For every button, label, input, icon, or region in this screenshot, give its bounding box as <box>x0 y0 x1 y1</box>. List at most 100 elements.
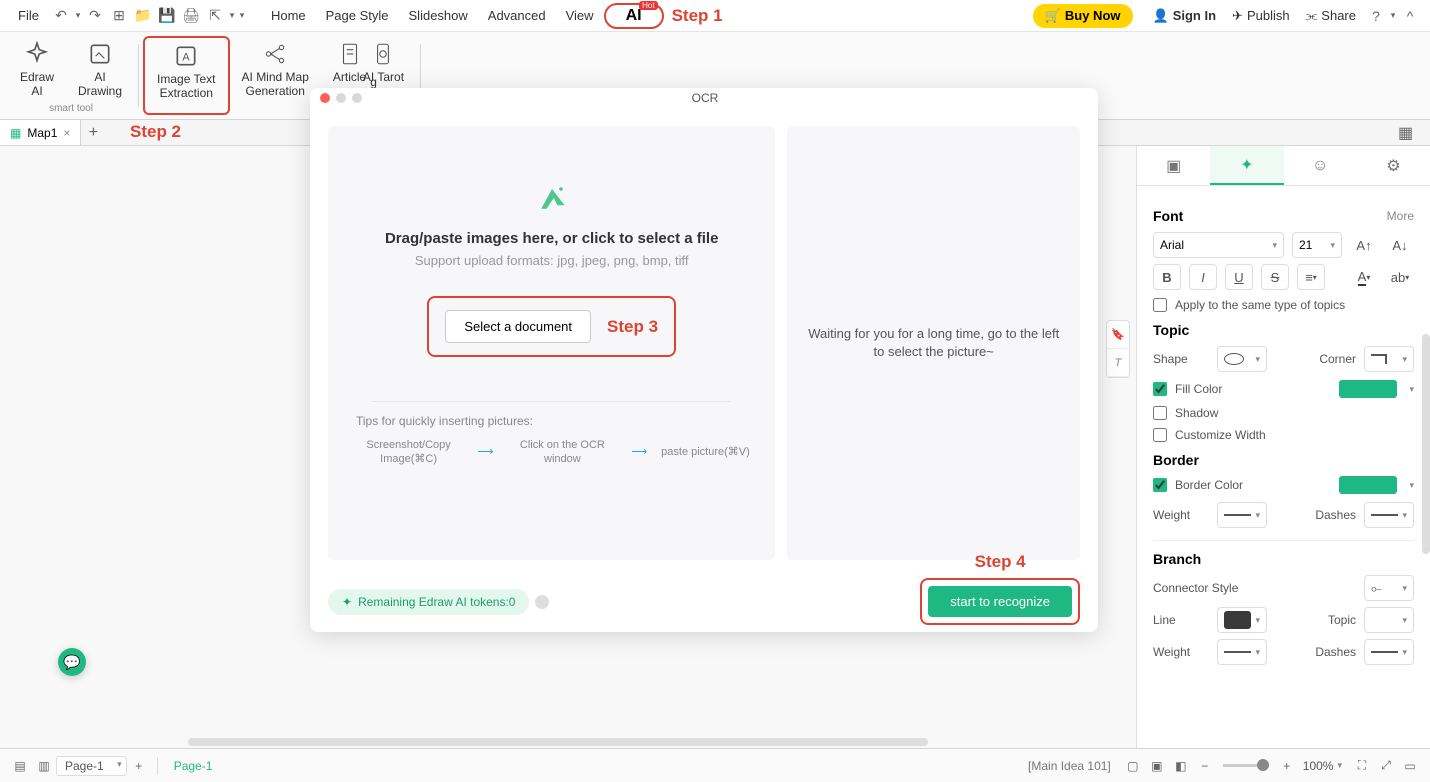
outline-view-icon[interactable]: ▤ <box>8 754 32 778</box>
chat-fab[interactable]: 💬 <box>58 648 86 676</box>
font-size-select[interactable]: 21▾ <box>1292 232 1342 258</box>
menu-view[interactable]: View <box>556 4 604 27</box>
fullscreen-icon[interactable]: ⤢ <box>1374 754 1398 778</box>
active-page-tab[interactable]: Page-1 <box>164 759 223 773</box>
open-icon[interactable]: 📁 <box>131 4 155 28</box>
line-color-select[interactable]: ▾ <box>1217 607 1267 633</box>
undo-dropdown-icon[interactable]: ▾ <box>73 4 83 28</box>
document-tab[interactable]: ▦ Map1 × <box>0 120 81 145</box>
export-icon[interactable]: ⇱ <box>203 4 227 28</box>
panel-scrollbar[interactable] <box>1422 334 1430 554</box>
share-button[interactable]: ⫘ Share <box>1298 8 1364 24</box>
redo-icon[interactable]: ↷ <box>83 4 107 28</box>
select-document-button[interactable]: Select a document <box>445 310 591 343</box>
zoom-out-button[interactable]: − <box>1193 754 1217 778</box>
branch-weight-select[interactable]: ▾ <box>1217 639 1267 665</box>
border-weight-select[interactable]: ▾ <box>1217 502 1267 528</box>
page-list-icon[interactable]: ▥ <box>32 754 56 778</box>
menu-file[interactable]: File <box>8 4 49 27</box>
tokens-pill[interactable]: ✦ Remaining Edraw AI tokens:0 <box>328 589 529 615</box>
apply-same-checkbox[interactable]: Apply to the same type of topics <box>1153 298 1414 312</box>
connector-style-select[interactable]: ⟜▾ <box>1364 575 1414 601</box>
shadow-input[interactable] <box>1153 406 1167 420</box>
font-more-link[interactable]: More <box>1387 209 1414 223</box>
add-tab-button[interactable]: + <box>81 124 105 142</box>
fill-color-swatch[interactable] <box>1339 380 1397 398</box>
panel-tab-settings[interactable]: ⚙ <box>1357 146 1430 185</box>
add-page-button[interactable]: + <box>127 754 151 778</box>
panel-tab-style[interactable]: ✦ <box>1210 146 1283 185</box>
shape-select[interactable]: ▾ <box>1217 346 1267 372</box>
font-color-button[interactable]: A▾ <box>1350 264 1378 290</box>
menu-advanced[interactable]: Advanced <box>478 4 556 27</box>
border-color-checkbox[interactable]: Border Color ▾ <box>1153 476 1414 494</box>
zoom-value[interactable]: 100% <box>1299 759 1338 773</box>
maximize-window-icon[interactable] <box>352 93 362 103</box>
collapse-ribbon-icon[interactable]: ^ <box>1398 4 1422 28</box>
float-tool-tag-icon[interactable]: 🔖 <box>1107 321 1129 349</box>
view-mode-1-icon[interactable]: ▢ <box>1121 754 1145 778</box>
tokens-info-icon[interactable] <box>535 595 549 609</box>
align-button[interactable]: ≡▾ <box>1297 264 1325 290</box>
zoom-in-button[interactable]: + <box>1275 754 1299 778</box>
close-window-icon[interactable] <box>320 93 330 103</box>
minimize-window-icon[interactable] <box>336 93 346 103</box>
apply-same-input[interactable] <box>1153 298 1167 312</box>
strikethrough-button[interactable]: S <box>1261 264 1289 290</box>
font-size-decrease-button[interactable]: A↓ <box>1386 232 1414 258</box>
font-family-select[interactable]: Arial▾ <box>1153 232 1284 258</box>
presentation-icon[interactable]: ▭ <box>1398 754 1422 778</box>
page-select[interactable]: Page-1▾ <box>56 756 127 776</box>
shadow-checkbox[interactable]: Shadow <box>1153 406 1414 420</box>
border-color-input[interactable] <box>1153 478 1167 492</box>
customize-width-input[interactable] <box>1153 428 1167 442</box>
print-icon[interactable]: 🖨 <box>179 4 203 28</box>
save-icon[interactable]: 💾 <box>155 4 179 28</box>
border-dashes-select[interactable]: ▾ <box>1364 502 1414 528</box>
bold-button[interactable]: B <box>1153 264 1181 290</box>
ribbon-image-text-extraction[interactable]: A Image Text Extraction <box>143 36 229 115</box>
view-mode-2-icon[interactable]: ▣ <box>1145 754 1169 778</box>
menu-home[interactable]: Home <box>261 4 316 27</box>
help-dropdown-icon[interactable]: ▾ <box>1388 4 1398 28</box>
chevron-down-icon[interactable]: ▾ <box>1409 480 1414 491</box>
ribbon-ai-drawing[interactable]: AI Drawing <box>66 36 134 103</box>
fit-page-icon[interactable]: ⛶ <box>1350 754 1374 778</box>
font-size-increase-button[interactable]: A↑ <box>1350 232 1378 258</box>
panel-tab-emoji[interactable]: ☺ <box>1284 146 1357 185</box>
publish-button[interactable]: ✈ Publish <box>1224 8 1298 24</box>
view-mode-3-icon[interactable]: ◧ <box>1169 754 1193 778</box>
drop-zone[interactable]: Drag/paste images here, or click to sele… <box>328 126 775 560</box>
menu-slideshow[interactable]: Slideshow <box>399 4 478 27</box>
branch-topic-select[interactable]: ▾ <box>1364 607 1414 633</box>
close-tab-icon[interactable]: × <box>63 126 70 140</box>
panel-tab-outline[interactable]: ▣ <box>1137 146 1210 185</box>
branch-dashes-select[interactable]: ▾ <box>1364 639 1414 665</box>
zoom-slider[interactable] <box>1223 764 1269 767</box>
horizontal-scrollbar[interactable] <box>188 738 928 746</box>
ribbon-edraw-ai[interactable]: Edraw AI <box>8 36 66 103</box>
layout-toggle-icon[interactable]: ▦ <box>1398 123 1422 143</box>
sign-in-button[interactable]: 👤 Sign In <box>1145 8 1225 24</box>
chevron-down-icon[interactable]: ▾ <box>1409 384 1414 395</box>
menu-page-style[interactable]: Page Style <box>316 4 399 27</box>
undo-icon[interactable]: ↶ <box>49 4 73 28</box>
corner-select[interactable]: ▾ <box>1364 346 1414 372</box>
italic-button[interactable]: I <box>1189 264 1217 290</box>
buy-now-button[interactable]: 🛒 Buy Now <box>1033 4 1133 28</box>
menu-ai[interactable]: AI Hot <box>604 3 664 29</box>
export-dropdown-icon[interactable]: ▾ <box>227 4 237 28</box>
float-tool-text-icon[interactable]: T <box>1107 349 1129 377</box>
border-color-swatch[interactable] <box>1339 476 1397 494</box>
help-icon[interactable]: ? <box>1364 4 1388 28</box>
fill-color-checkbox[interactable]: Fill Color ▾ <box>1153 380 1414 398</box>
underline-button[interactable]: U <box>1225 264 1253 290</box>
start-recognize-button[interactable]: start to recognize <box>928 586 1072 617</box>
zoom-thumb[interactable] <box>1257 759 1269 771</box>
fill-color-input[interactable] <box>1153 382 1167 396</box>
zoom-dropdown-icon[interactable]: ▾ <box>1337 760 1342 771</box>
qat-more-icon[interactable]: ▾ <box>237 4 247 28</box>
customize-width-checkbox[interactable]: Customize Width <box>1153 428 1414 442</box>
text-case-button[interactable]: ab▾ <box>1386 264 1414 290</box>
new-icon[interactable]: ⊞ <box>107 4 131 28</box>
